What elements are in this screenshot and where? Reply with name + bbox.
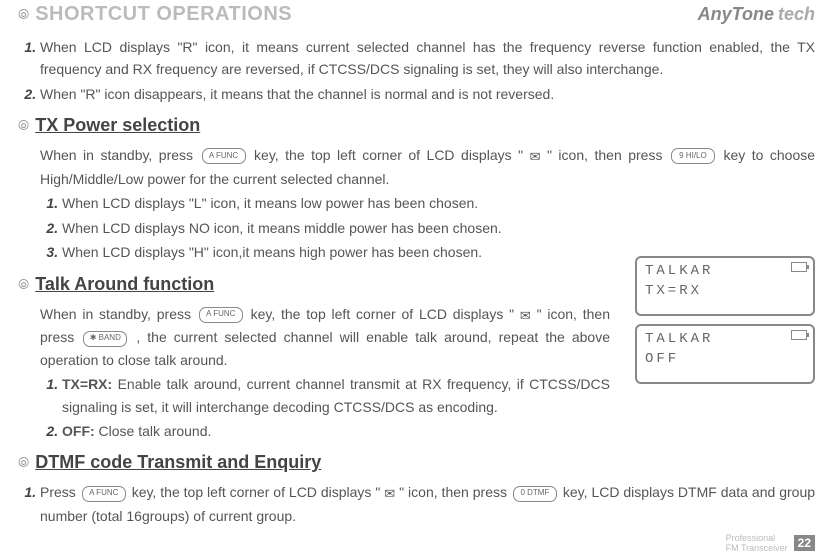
band-key-icon: ✱ BAND xyxy=(83,331,127,347)
text: " icon, then press xyxy=(399,484,511,500)
lcd-screen-talkaround-off: TALKAR OFF xyxy=(635,324,815,384)
wave-icon: ⦾ xyxy=(18,6,29,23)
intro-list: When LCD displays "R" icon, it means cur… xyxy=(40,36,815,105)
text: " icon, then press xyxy=(547,147,669,163)
text: When in standby, press xyxy=(40,306,197,322)
lcd-previews: TALKAR TX=RX TALKAR OFF xyxy=(635,256,815,384)
talk-around-list: TX=RX: Enable talk around, current chann… xyxy=(62,373,610,442)
envelope-icon: ✉ xyxy=(520,308,531,323)
wave-icon: ⦾ xyxy=(18,117,29,134)
brand-name: AnyTone xyxy=(698,4,774,25)
func-key-icon: A FUNC xyxy=(82,486,126,502)
func-key-icon: A FUNC xyxy=(202,148,246,164)
section-title: DTMF code Transmit and Enquiry xyxy=(35,452,321,473)
page-number: 22 xyxy=(794,535,815,551)
tx-power-body: When in standby, press A FUNC key, the t… xyxy=(18,144,815,263)
tx-power-list: When LCD displays "L" icon, it means low… xyxy=(62,192,815,263)
footer-line: Professional xyxy=(726,533,788,543)
text: key, the top left corner of LCD displays… xyxy=(254,147,530,163)
lcd-line: OFF xyxy=(645,350,805,370)
item-text: Close talk around. xyxy=(95,423,212,439)
battery-icon xyxy=(791,262,807,272)
lcd-line: TALKAR xyxy=(645,330,805,350)
page-header: ⦾ SHORTCUT OPERATIONS AnyTone tech xyxy=(18,0,815,28)
lcd-screen-talkaround-on: TALKAR TX=RX xyxy=(635,256,815,316)
section-title: Talk Around function xyxy=(35,274,214,295)
text: When in standby, press xyxy=(40,147,200,163)
page-footer: Professional FM Transceiver 22 xyxy=(726,533,815,553)
dtmf-list: Press A FUNC key, the top left corner of… xyxy=(40,481,815,527)
text: key, the top left corner of LCD displays… xyxy=(132,484,385,500)
item-label: TX=RX: xyxy=(62,376,112,392)
list-item: When LCD displays "L" icon, it means low… xyxy=(62,192,815,214)
lcd-line: TX=RX xyxy=(645,282,805,302)
lcd-line: TALKAR xyxy=(645,262,805,282)
footer-line: FM Transceiver xyxy=(726,543,788,553)
battery-icon xyxy=(791,330,807,340)
item-label: OFF: xyxy=(62,423,95,439)
wave-icon: ⦾ xyxy=(18,276,29,293)
section-head-dtmf: ⦾ DTMF code Transmit and Enquiry xyxy=(18,452,815,473)
list-item: OFF: Close talk around. xyxy=(62,420,610,442)
page-title: SHORTCUT OPERATIONS xyxy=(35,3,292,26)
list-item: When LCD displays "R" icon, it means cur… xyxy=(40,36,815,81)
envelope-icon: ✉ xyxy=(530,149,541,164)
item-text: Enable talk around, current channel tran… xyxy=(62,376,610,414)
envelope-icon: ✉ xyxy=(384,486,395,501)
list-item: TX=RX: Enable talk around, current chann… xyxy=(62,373,610,418)
hilo-key-icon: 9 HI/LO xyxy=(671,148,715,164)
dtmf-key-icon: 0 DTMF xyxy=(513,486,557,502)
section-head-tx-power: ⦾ TX Power selection xyxy=(18,115,815,136)
func-key-icon: A FUNC xyxy=(199,307,243,323)
talk-around-body: When in standby, press A FUNC key, the t… xyxy=(18,303,610,443)
section-title: TX Power selection xyxy=(35,115,200,136)
brand-logo: AnyTone tech xyxy=(698,4,815,25)
brand-sub: tech xyxy=(778,4,815,25)
list-item: When LCD displays NO icon, it means midd… xyxy=(62,217,815,239)
wave-icon: ⦾ xyxy=(18,454,29,471)
text: Press xyxy=(40,484,80,500)
text: key, the top left corner of LCD displays… xyxy=(251,306,520,322)
list-item: Press A FUNC key, the top left corner of… xyxy=(40,481,815,527)
list-item: When "R" icon disappears, it means that … xyxy=(40,83,815,105)
dtmf-body: Press A FUNC key, the top left corner of… xyxy=(18,481,815,527)
